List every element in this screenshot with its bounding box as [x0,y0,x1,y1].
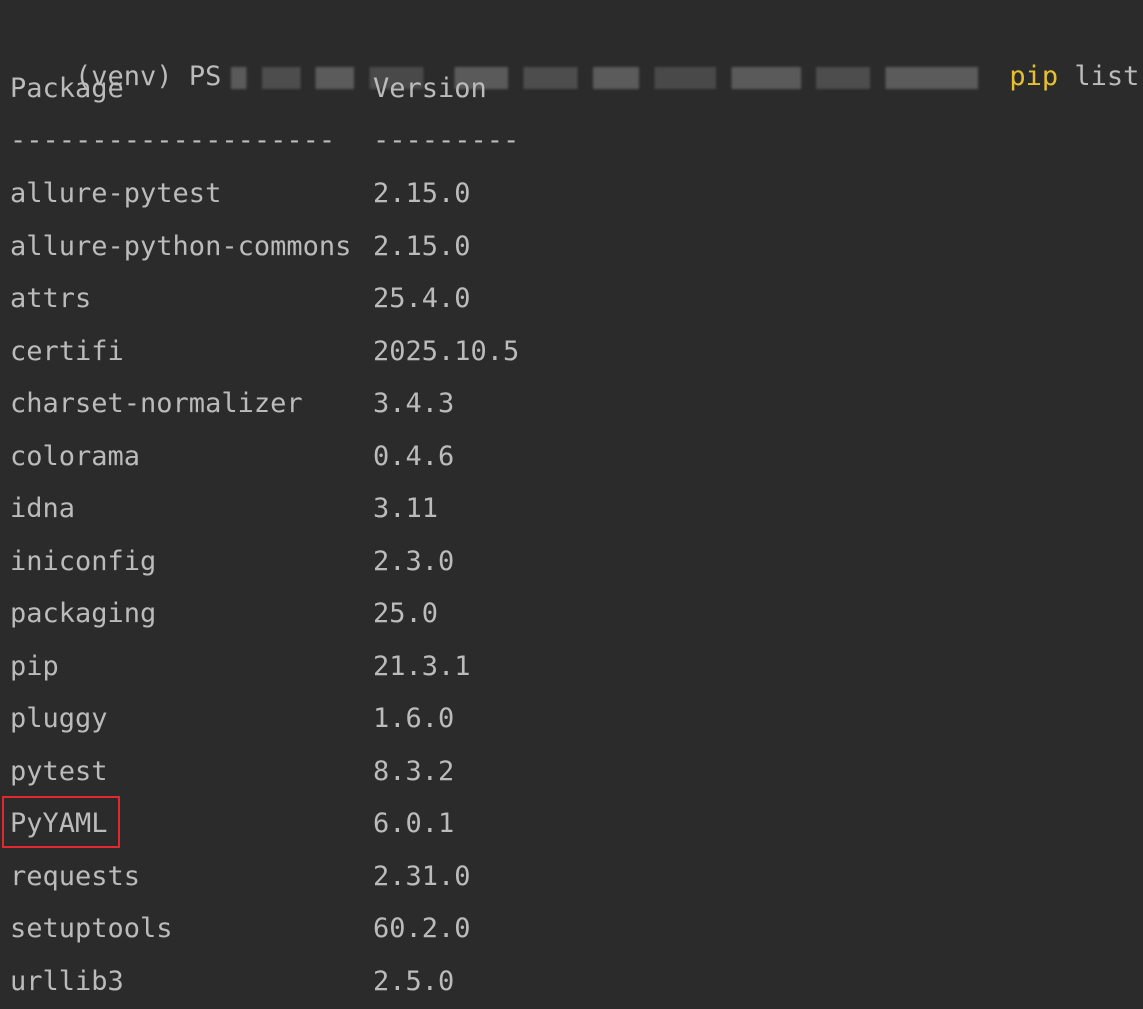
package-name: setuptools [10,913,173,944]
terminal-output[interactable]: (venv) PS pip list Package Version ------… [0,0,1143,1009]
package-name: idna [10,493,76,524]
package-name: urllib3 [10,966,124,997]
package-version: 2.5.0 [373,966,455,997]
package-version: 2.31.0 [373,861,471,892]
package-name: charset-normalizer [10,388,303,419]
package-version: 2.3.0 [373,546,455,577]
command-args: list [1074,61,1140,92]
separator-version: --------- [373,125,520,156]
package-version: 21.3.1 [373,651,471,682]
package-name: colorama [10,441,141,472]
package-name: attrs [10,283,92,314]
package-version: 25.4.0 [373,283,471,314]
package-name: PyYAML [10,808,108,839]
package-name: iniconfig [10,546,157,577]
package-version: 25.0 [373,598,439,629]
package-name: allure-pytest [10,178,222,209]
package-version: 6.0.1 [373,808,455,839]
package-version: 2.15.0 [373,178,471,209]
package-name: pytest [10,756,108,787]
package-version: 60.2.0 [373,913,471,944]
redacted-path [231,66,1002,89]
command-prompt-line: (venv) PS pip list [10,17,1139,92]
package-name: allure-python-commons [10,231,352,262]
header-package: Package [10,73,124,104]
package-version: 1.6.0 [373,703,455,734]
command-name: pip [1009,61,1059,92]
package-version: 3.4.3 [373,388,455,419]
package-name: certifi [10,336,124,367]
separator-package: -------------------- [10,125,336,156]
header-version: Version [373,73,487,104]
package-name: pip [10,651,59,682]
package-version: 8.3.2 [373,756,455,787]
package-version: 3.11 [373,493,439,524]
package-version: 0.4.6 [373,441,455,472]
package-version: 2.15.0 [373,231,471,262]
package-name: requests [10,861,141,892]
package-name: pluggy [10,703,108,734]
package-version: 2025.10.5 [373,336,520,367]
package-name: packaging [10,598,157,629]
